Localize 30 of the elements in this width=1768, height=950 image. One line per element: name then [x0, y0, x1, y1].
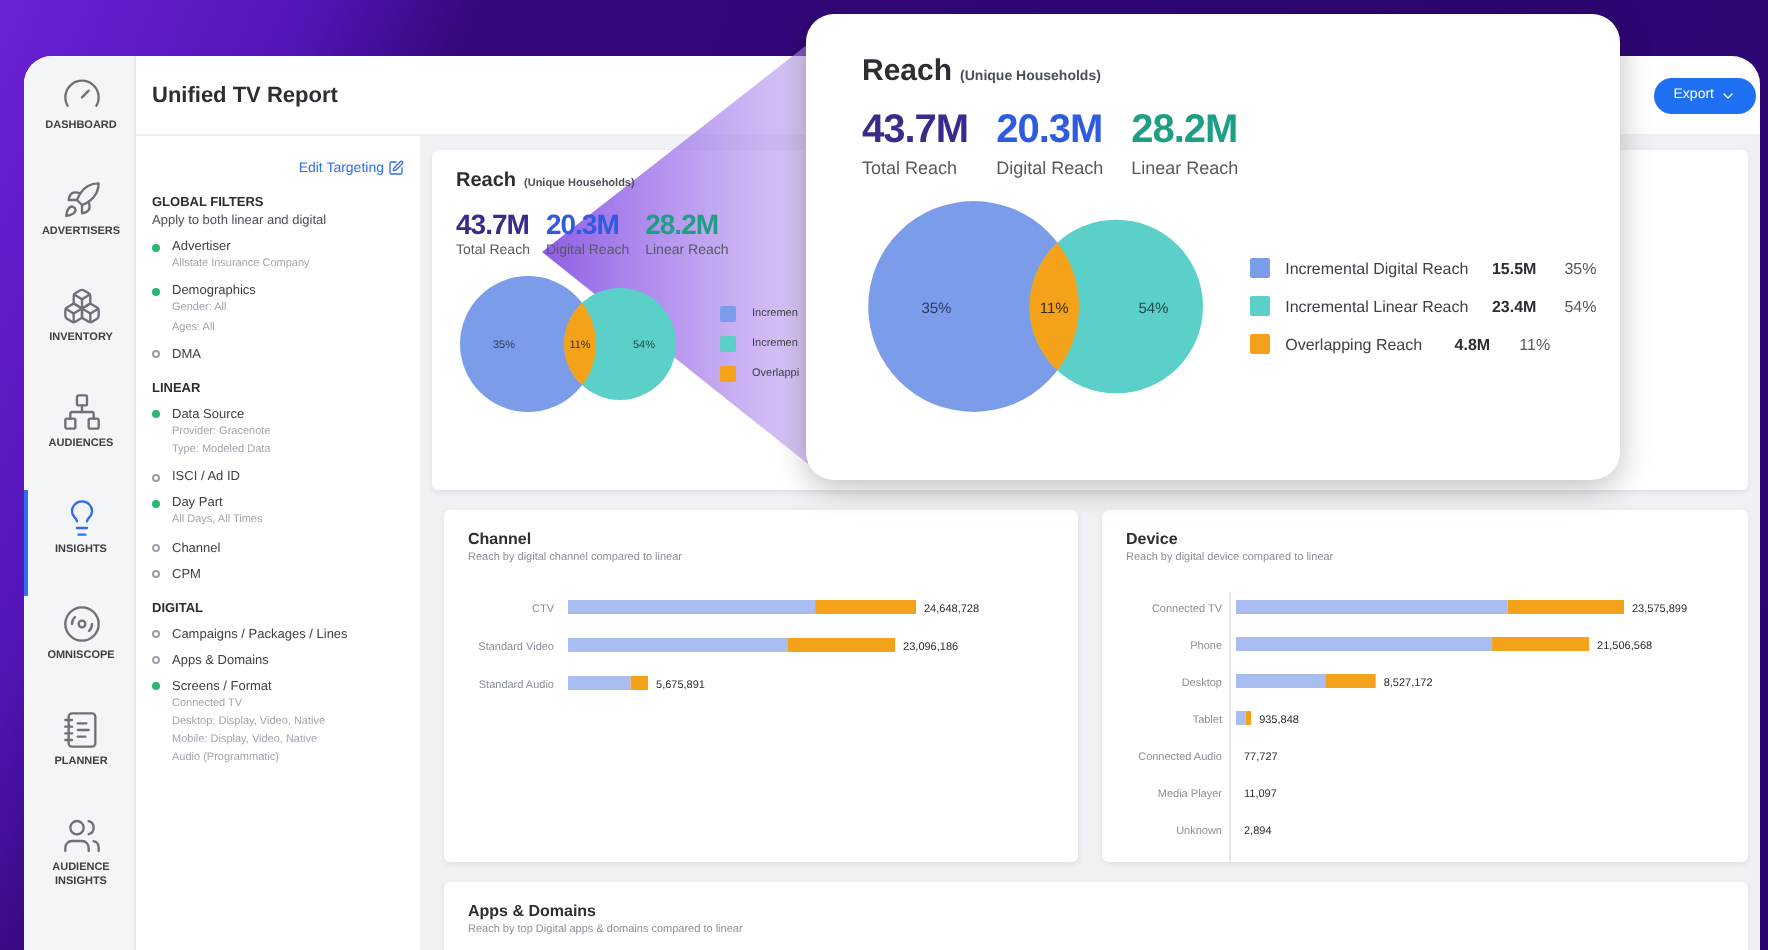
reach-value: 28.2M [1131, 108, 1239, 154]
legend-label: Overlapping Reach [1285, 335, 1423, 354]
notebook-icon [61, 710, 101, 750]
card-title: Reach [456, 170, 517, 192]
legend-percent: 54% [1562, 297, 1597, 316]
card-title: Channel [468, 530, 534, 548]
legend-percent: 35% [1562, 259, 1597, 278]
card-title: Apps & Domains [468, 902, 599, 920]
reach-value: 28.2M [645, 208, 721, 240]
legend-percent: 11% [1517, 335, 1551, 354]
edit-icon [388, 160, 404, 176]
card-title: Device [1126, 530, 1180, 548]
cubes-icon [61, 286, 101, 326]
reach-label: Digital Reach [996, 158, 1104, 178]
card-title: Reach [862, 54, 953, 88]
people-icon [61, 816, 101, 856]
rocket-icon [61, 180, 101, 220]
legend-value: 15.5M [1489, 259, 1537, 278]
legend-value: 23.4M [1489, 297, 1537, 316]
legend-label: Incremental Linear Reach [1285, 297, 1469, 316]
reach-label: Linear Reach [1131, 158, 1239, 178]
page-title: Unified TV Report [152, 83, 338, 107]
network-icon [61, 392, 101, 432]
disc-icon [61, 604, 101, 644]
reach-label: Total Reach [862, 158, 960, 178]
reach-value: 43.7M [862, 108, 969, 154]
legend-label: Incremental Digital Reach [1285, 259, 1469, 278]
reach-value: 20.3M [996, 108, 1104, 154]
legend-value: 4.8M [1452, 335, 1491, 354]
reach-value: 43.7M [456, 208, 530, 240]
